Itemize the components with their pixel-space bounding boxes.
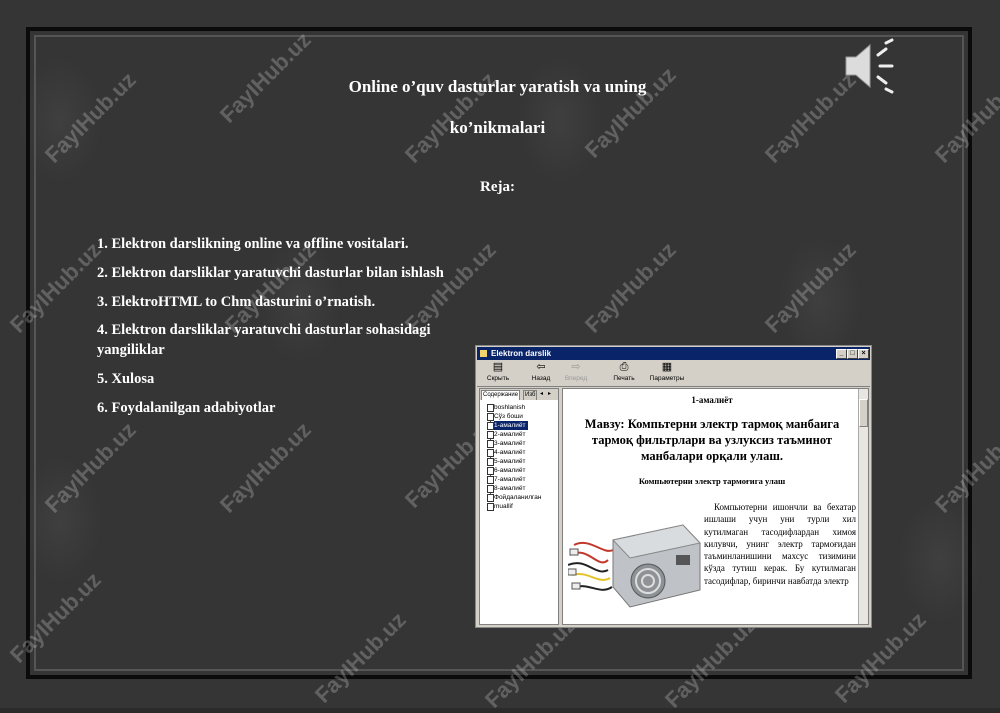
tree-item[interactable]: Фойдаланилган: [487, 493, 564, 502]
close-button[interactable]: ×: [858, 349, 869, 359]
tree-item[interactable]: boshlanish: [487, 403, 564, 412]
hide-icon: ▤: [492, 361, 504, 373]
options-icon: ▦: [661, 361, 673, 373]
plan-heading: Reja:: [480, 179, 515, 195]
speaker-icon[interactable]: [842, 37, 902, 95]
minimize-button[interactable]: _: [836, 349, 847, 359]
back-button[interactable]: ⇦ Назад: [522, 361, 560, 382]
forward-button[interactable]: ⇨ Вперед: [557, 361, 595, 382]
tree-item[interactable]: Сўз боши: [487, 412, 564, 421]
power-supply-image: [568, 524, 701, 608]
back-label: Назад: [531, 375, 551, 382]
content-subheading: Компьютерни электр тармоғига улаш: [638, 476, 786, 486]
content-paragraph: Компьютерни ишончли ва бехатар ишлаши уч…: [704, 502, 856, 586]
plan-item: 1. Elektron darslikning online va offlin…: [97, 236, 409, 252]
window-titlebar: Elektron darslik _ □ ×: [477, 347, 870, 360]
navigation-pane: Содержание Изб ◂ ▸ boshlanish Сўз боши 1…: [479, 388, 559, 625]
window-title: Elektron darslik: [491, 349, 552, 358]
print-label: Печать: [613, 375, 635, 382]
plan-item: 5. Xulosa: [97, 371, 155, 387]
help-window: Elektron darslik _ □ × ▤ Скрыть ⇦ Назад ⇨ В…: [475, 345, 872, 628]
forward-label: Вперед: [564, 375, 588, 382]
plan-item: 3. ElektroHTML to Chm dasturini o’rnatis…: [97, 294, 376, 310]
options-button[interactable]: ▦ Параметры: [645, 361, 689, 382]
print-button[interactable]: ⎙ Печать: [605, 361, 643, 382]
tree-item[interactable]: 3-амалиёт: [487, 439, 564, 448]
tree-item[interactable]: 7-амалиёт: [487, 475, 564, 484]
tree-item[interactable]: 5-амалиёт: [487, 457, 564, 466]
slide-title: Online o’quv dasturlar yaratish va uning: [348, 77, 647, 96]
tab-scroll-right-icon[interactable]: ▸: [548, 390, 551, 397]
tree-item[interactable]: 8-амалиёт: [487, 484, 564, 493]
hide-button[interactable]: ▤ Скрыть: [479, 361, 517, 382]
tab-favorites[interactable]: Изб: [523, 390, 538, 400]
plan-item: 6. Foydalanilgan adabiyotlar: [97, 400, 276, 416]
tree-item-selected[interactable]: 1-амалиёт: [487, 421, 528, 430]
options-label: Параметры: [649, 375, 685, 382]
content-scrollbar[interactable]: [858, 389, 868, 624]
tree-item[interactable]: 2-амалиёт: [487, 430, 564, 439]
maximize-button[interactable]: □: [847, 349, 858, 359]
scrollbar-thumb[interactable]: [859, 399, 868, 427]
back-icon: ⇦: [536, 361, 546, 373]
print-icon: ⎙: [619, 361, 629, 373]
slide-title-line2: ko’nikmalari: [449, 118, 546, 137]
tab-contents[interactable]: Содержание: [481, 390, 521, 400]
plan-item: 4. Elektron darsliklar yaratuvchi dastur…: [97, 322, 431, 358]
tree-item[interactable]: 4-амалиёт: [487, 448, 564, 457]
nav-tabs: Содержание Изб ◂ ▸: [480, 389, 558, 400]
app-icon: [480, 350, 487, 357]
forward-icon: ⇨: [571, 361, 581, 373]
tree-item[interactable]: muallif: [487, 502, 564, 511]
hide-label: Скрыть: [486, 375, 510, 382]
tab-scroll-left-icon[interactable]: ◂: [540, 390, 543, 397]
tree-item[interactable]: 6-амалиёт: [487, 466, 564, 475]
content-heading: 1-амалиёт: [691, 395, 733, 405]
content-topic: Мавзу: Компьтерни электр тармоқ манбаига…: [584, 417, 840, 463]
plan-item: 2. Elektron darsliklar yaratuvchi dastur…: [97, 265, 444, 281]
window-toolbar: ▤ Скрыть ⇦ Назад ⇨ Вперед ⎙ Печать ▦ Параметр…: [477, 360, 870, 387]
content-pane: 1-амалиёт Мавзу: Компьтерни электр тармо…: [562, 388, 869, 625]
